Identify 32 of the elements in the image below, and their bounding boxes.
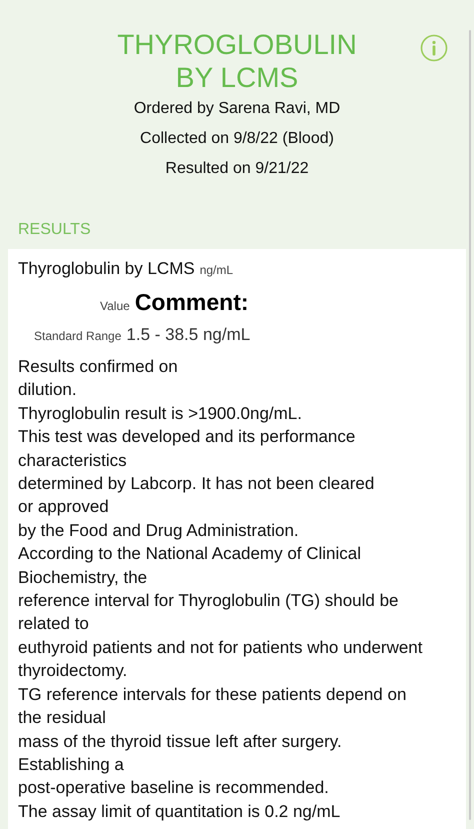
comment-line: This test was developed and its performance	[18, 426, 356, 448]
comment-line: post-operative baseline is recommended.	[18, 777, 330, 800]
comment-line: Establishing a	[18, 754, 125, 776]
comment-line: dilution.	[18, 379, 78, 402]
info-icon[interactable]	[420, 34, 448, 62]
section-label: RESULTS	[17, 220, 92, 239]
page-title: THYROGLOBULIN BY LCMS	[116, 28, 358, 94]
comment-line: Results confirmed on	[18, 356, 179, 378]
comment-line: or approved	[18, 496, 110, 518]
comment-line: reference interval for Thyroglobulin (TG) should be	[18, 590, 400, 612]
comment-line: mass of the thyroid tissue left after surgery.	[18, 730, 343, 752]
collected-date-text: Collected on 9/8/22 (Blood)	[140, 130, 334, 148]
comment-line: by the Food and Drug Administration.	[18, 520, 300, 542]
comment-line: characteristics	[18, 450, 128, 472]
range-value: 1.5 - 38.5 ng/mL	[126, 325, 250, 345]
unit-label: ng/mL	[200, 263, 234, 277]
comment-line: thyroidectomy.	[18, 660, 128, 682]
comment-line: determined by Labcorp. It has not been cleared	[18, 473, 376, 496]
comment-line: Biochemistry, the	[18, 566, 148, 589]
comment-line: euthyroid patients and not for patients who underwent	[18, 636, 424, 659]
comment-line: Thyroglobulin result is >1900.0ng/mL.	[18, 402, 303, 425]
result-value: Comment:	[134, 289, 249, 316]
comment-line: the residual	[18, 707, 107, 730]
resulted-date-text: Resulted on 9/21/22	[165, 160, 309, 178]
comment-line: According to the National Academy of Clinical	[18, 543, 362, 566]
value-label: Value	[100, 299, 130, 313]
test-name: Thyroglobulin by LCMS	[18, 259, 195, 279]
comment-line: The assay limit of quantitation is 0.2 ng/mL	[18, 800, 342, 823]
comment-line: TG reference intervals for these patients depend on	[18, 684, 408, 706]
range-label: Standard Range	[34, 329, 122, 343]
ordered-by-text: Ordered by Sarena Ravi, MD	[134, 100, 340, 118]
comment-line: related to	[18, 613, 90, 636]
